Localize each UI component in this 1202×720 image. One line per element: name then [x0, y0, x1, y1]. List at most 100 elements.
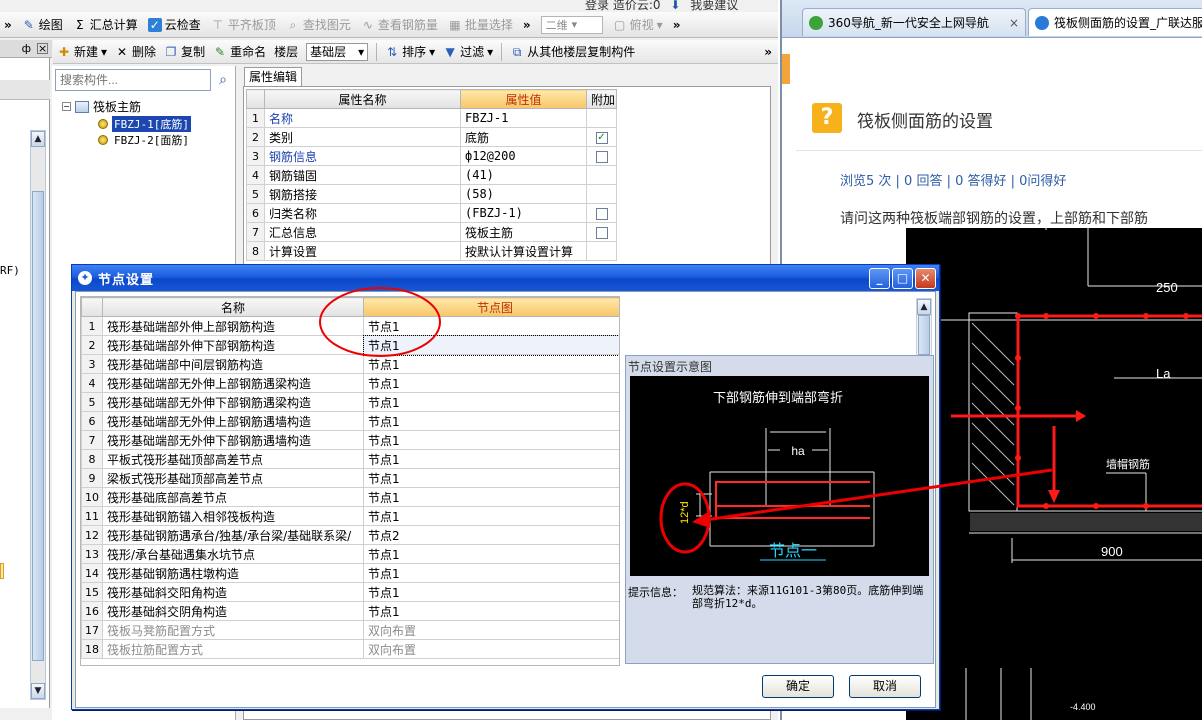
delete-button[interactable]: ✕ 删除	[115, 43, 156, 60]
node-value[interactable]: 节点1	[363, 544, 619, 564]
node-name[interactable]: 筏形基础端部无外伸上部钢筋遇墙构造	[102, 411, 364, 431]
node-diagram-header[interactable]: 节点图	[363, 297, 619, 317]
node-value[interactable]: 节点1	[362, 334, 619, 356]
node-row[interactable]: 18 筏板拉筋配置方式 双向布置	[81, 639, 619, 659]
minimize-button[interactable]: _	[869, 268, 890, 289]
navigation-scrollbar[interactable]: ▲ ▼	[30, 130, 46, 700]
node-value[interactable]: 双向布置	[363, 620, 619, 640]
node-name[interactable]: 筏形基础钢筋遇承台/独基/承台梁/基础联系梁/	[102, 525, 364, 545]
property-name[interactable]: 名称	[264, 108, 461, 128]
sort-button[interactable]: ⇅ 排序 ▾	[385, 43, 435, 60]
align-top-button[interactable]: ⊤ 平齐板顶	[211, 16, 276, 33]
node-row[interactable]: 12 筏形基础钢筋遇承台/独基/承台梁/基础联系梁/节点2	[81, 525, 619, 545]
toolbar-more-icon-2[interactable]: »	[673, 18, 681, 32]
checkbox[interactable]	[595, 207, 608, 220]
maximize-button[interactable]: □	[892, 268, 913, 289]
node-name[interactable]: 筏形基础钢筋锚入相邻筏板构造	[102, 506, 364, 526]
node-name[interactable]: 平板式筏形基础顶部高差节点	[102, 449, 364, 469]
node-value[interactable]: 节点1	[363, 392, 619, 412]
property-extra[interactable]	[586, 241, 617, 261]
filter-button[interactable]: ▼ 过滤 ▾	[443, 43, 494, 60]
scroll-up-icon[interactable]: ▲	[917, 299, 931, 315]
top-view-button[interactable]: ▢ 俯视 ▾	[613, 16, 663, 33]
toolbar-more-icon-3[interactable]: »	[764, 45, 772, 59]
property-row[interactable]: 6 归类名称 (FBZJ-1)	[246, 203, 617, 223]
question-stats[interactable]: 浏览5 次 | 0 回答 | 0 答得好 | 0问得好	[840, 170, 1066, 189]
node-row[interactable]: 3 筏形基础端部中间层钢筋构造 节点1	[81, 354, 619, 374]
property-row[interactable]: 4 钢筋锚固 (41)	[246, 165, 617, 185]
property-extra[interactable]: ✓	[586, 127, 617, 147]
pin-icon[interactable]: ф	[22, 42, 31, 55]
node-name[interactable]: 筏形基础端部无外伸下部钢筋遇墙构造	[102, 430, 364, 450]
property-extra[interactable]	[586, 165, 617, 185]
property-value-header[interactable]: 属性值	[460, 89, 587, 109]
property-extra[interactable]	[586, 146, 617, 166]
property-row[interactable]: 7 汇总信息 筏板主筋	[246, 222, 617, 242]
search-icon[interactable]: ⌕	[212, 69, 234, 91]
node-row[interactable]: 10 筏形基础底部高差节点 节点1	[81, 487, 619, 507]
draw-button[interactable]: ✎ 绘图	[22, 16, 63, 33]
node-value[interactable]: 节点1	[363, 316, 619, 336]
node-value[interactable]: 节点1	[363, 430, 619, 450]
node-name[interactable]: 筏形基础端部外伸上部钢筋构造	[102, 316, 364, 336]
property-extra[interactable]	[586, 108, 617, 128]
node-row[interactable]: 13 筏形/承台基础遇集水坑节点 节点1	[81, 544, 619, 564]
node-name[interactable]: 筏形基础斜交阳角构造	[102, 582, 364, 602]
property-value[interactable]: (58)	[460, 184, 587, 204]
property-row[interactable]: 2 类别 底筋 ✓	[246, 127, 617, 147]
cloud-check-button[interactable]: ✓ 云检查	[147, 16, 201, 33]
node-row[interactable]: 5 筏形基础端部无外伸下部钢筋遇梁构造 节点1	[81, 392, 619, 412]
node-row[interactable]: 16 筏形基础斜交阴角构造 节点1	[81, 601, 619, 621]
node-row[interactable]: 1 筏形基础端部外伸上部钢筋构造 节点1	[81, 316, 619, 336]
node-name[interactable]: 筏形/承台基础遇集水坑节点	[102, 544, 364, 564]
node-name[interactable]: 筏形基础端部无外伸下部钢筋遇梁构造	[102, 392, 364, 412]
node-name[interactable]: 筏板拉筋配置方式	[102, 639, 364, 659]
ok-button[interactable]: 确定	[762, 675, 834, 698]
property-name[interactable]: 类别	[264, 127, 461, 147]
new-button[interactable]: ✚ 新建 ▾	[57, 43, 107, 60]
property-value[interactable]: ф12@200	[460, 146, 587, 166]
node-value[interactable]: 节点1	[363, 487, 619, 507]
tree-root[interactable]: − 筏板主筋	[62, 98, 141, 115]
property-name[interactable]: 计算设置	[264, 241, 461, 261]
node-value[interactable]: 节点1	[363, 582, 619, 602]
property-value[interactable]: FBZJ-1	[460, 108, 587, 128]
property-row[interactable]: 1 名称 FBZJ-1	[246, 108, 617, 128]
node-value[interactable]: 节点1	[363, 563, 619, 583]
node-name[interactable]: 筏形基础底部高差节点	[102, 487, 364, 507]
property-name[interactable]: 钢筋信息	[264, 146, 461, 166]
node-name[interactable]: 筏板马凳筋配置方式	[102, 620, 364, 640]
copy-from-floor-button[interactable]: ⧉ 从其他楼层复制构件	[510, 43, 635, 60]
node-name[interactable]: 筏形基础钢筋遇柱墩构造	[102, 563, 364, 583]
view-mode-combo[interactable]: 二维 ▾	[540, 15, 603, 34]
tab-property-edit[interactable]: 属性编辑	[244, 67, 302, 87]
property-value[interactable]: 按默认计算设置计算	[460, 241, 587, 261]
checkbox-checked[interactable]: ✓	[595, 131, 608, 144]
node-value[interactable]: 节点1	[363, 506, 619, 526]
scroll-up-icon[interactable]: ▲	[31, 131, 45, 147]
node-value[interactable]: 节点1	[363, 601, 619, 621]
node-name[interactable]: 筏形基础端部无外伸上部钢筋遇梁构造	[102, 373, 364, 393]
toolbar-more-icon[interactable]: »	[523, 18, 531, 32]
property-extra[interactable]	[586, 203, 617, 223]
node-name[interactable]: 筏形基础端部中间层钢筋构造	[102, 354, 364, 374]
node-row[interactable]: 9 梁板式筏形基础顶部高差节点 节点1	[81, 468, 619, 488]
property-value[interactable]: 筏板主筋	[460, 222, 587, 242]
property-name[interactable]: 汇总信息	[264, 222, 461, 242]
rename-button[interactable]: ✎ 重命名	[213, 43, 266, 60]
checkbox[interactable]	[595, 226, 608, 239]
login-status-text[interactable]: 登录 造价云:0	[585, 0, 661, 12]
property-extra[interactable]	[586, 184, 617, 204]
node-row[interactable]: 14 筏形基础钢筋遇柱墩构造 节点1	[81, 563, 619, 583]
close-icon[interactable]: ×	[1009, 16, 1019, 30]
scroll-down-icon[interactable]: ▼	[31, 683, 45, 699]
node-row[interactable]: 7 筏形基础端部无外伸下部钢筋遇墙构造 节点1	[81, 430, 619, 450]
property-row[interactable]: 8 计算设置 按默认计算设置计算	[246, 241, 617, 261]
tree-item-fbzj-1[interactable]: FBZJ-1[底筋]	[98, 116, 191, 132]
collapse-icon[interactable]: −	[62, 102, 71, 111]
suggestion-link[interactable]: 我要建议	[690, 0, 738, 12]
property-name[interactable]: 归类名称	[264, 203, 461, 223]
node-row[interactable]: 2 筏形基础端部外伸下部钢筋构造 节点1	[81, 334, 619, 356]
node-row[interactable]: 11 筏形基础钢筋锚入相邻筏板构造 节点1	[81, 506, 619, 526]
node-name[interactable]: 梁板式筏形基础顶部高差节点	[102, 468, 364, 488]
